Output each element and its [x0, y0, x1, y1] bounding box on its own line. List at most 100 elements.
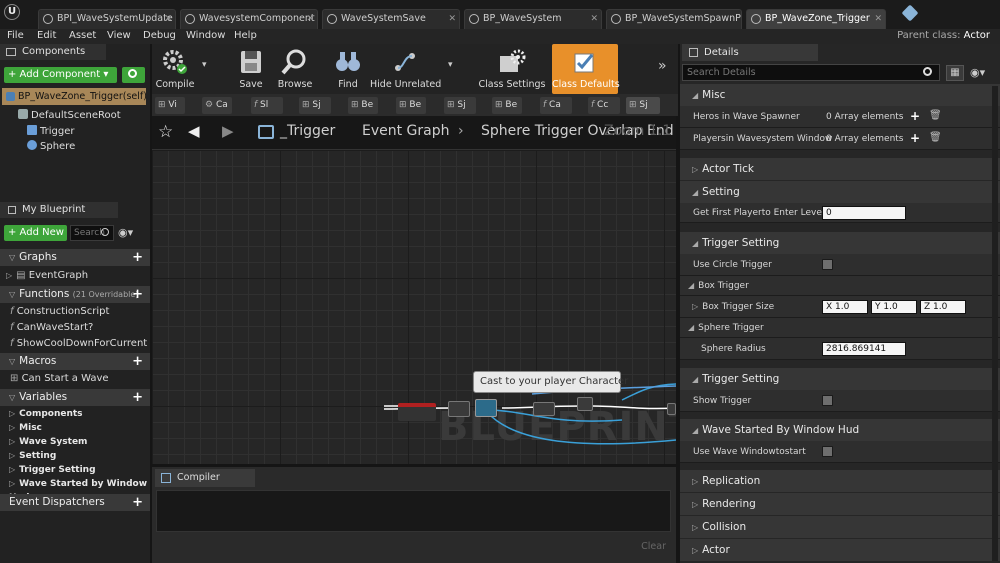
graph-tab[interactable]: f Sl	[251, 97, 283, 114]
tab-bp-wave-system[interactable]: BP_WaveSystem ✕	[464, 9, 602, 29]
source-control-icon[interactable]	[901, 4, 919, 22]
compile-button[interactable]: Compile	[152, 44, 198, 94]
cast-node[interactable]	[475, 399, 497, 417]
add-element-icon[interactable]: +	[910, 131, 920, 145]
use-wave-window-checkbox[interactable]	[822, 446, 833, 457]
close-icon[interactable]: ✕	[590, 10, 598, 28]
first-player-input[interactable]: 0	[822, 206, 906, 220]
tab-bpi-wave-system-update[interactable]: BPI_WaveSystemUpdate ✕	[38, 9, 176, 29]
section-actor[interactable]: ▷ Actor	[680, 539, 1000, 561]
menu-view[interactable]: View	[107, 29, 131, 43]
graphs-section[interactable]: ▽ Graphs +	[0, 249, 150, 266]
graph-tab[interactable]: ⊞ Sj	[444, 97, 476, 114]
class-defaults-button[interactable]: Class Defaults	[552, 44, 620, 94]
tab-wave-system-save[interactable]: WaveSystemSave ✕	[322, 9, 460, 29]
graph-node[interactable]	[533, 402, 555, 416]
graph-tab[interactable]: ⊞ Be	[396, 97, 426, 114]
section-rendering[interactable]: ▷ Rendering	[680, 493, 1000, 515]
sphere-radius-input[interactable]: 2816.869141	[822, 342, 906, 356]
add-dispatcher-icon[interactable]: +	[132, 494, 143, 511]
menu-file[interactable]: File	[7, 29, 24, 43]
details-tab[interactable]: Details	[682, 44, 818, 61]
add-function-icon[interactable]: +	[132, 286, 143, 303]
graph-tab[interactable]: ⊞ Vi	[155, 97, 185, 114]
close-icon[interactable]: ✕	[164, 10, 172, 28]
graph-event-graph[interactable]: ▷ ▤ EventGraph	[0, 268, 150, 283]
property-matrix-icon[interactable]: ▦	[946, 65, 964, 81]
class-settings-button[interactable]: Class Settings	[474, 44, 550, 94]
section-trigger-setting[interactable]: ◢ Trigger Setting	[680, 232, 1000, 254]
component-self[interactable]: BP_WaveZone_Trigger(self)	[2, 88, 146, 105]
tree-trigger[interactable]: Trigger	[27, 125, 75, 137]
trash-icon[interactable]: 🗑	[929, 110, 942, 121]
menu-debug[interactable]: Debug	[143, 29, 176, 43]
compile-options-chevron-icon[interactable]: ▾	[202, 60, 207, 70]
tree-sphere[interactable]: Sphere	[27, 140, 75, 152]
add-element-icon[interactable]: +	[910, 109, 920, 123]
function-show-cooldown[interactable]: f ShowCoolDownForCurrent	[0, 336, 150, 351]
section-replication[interactable]: ▷ Replication	[680, 470, 1000, 492]
menu-window[interactable]: Window	[186, 29, 225, 43]
breadcrumb-event-graph[interactable]: Event Graph	[362, 123, 450, 139]
menu-asset[interactable]: Asset	[69, 29, 96, 43]
my-blueprint-panel-header[interactable]: My Blueprint	[0, 202, 118, 218]
breadcrumb-trigger[interactable]: _Trigger	[280, 123, 335, 139]
variable-category-setting[interactable]: ▷ Setting	[0, 449, 150, 463]
section-actor-tick[interactable]: ▷ Actor Tick	[680, 158, 1000, 180]
variable-category-trigger-setting[interactable]: ▷ Trigger Setting	[0, 463, 150, 477]
search-components-button[interactable]	[122, 67, 145, 83]
variable-category-wave-system[interactable]: ▷ Wave System	[0, 435, 150, 449]
eye-icon[interactable]: ◉▾	[970, 66, 985, 79]
graph-tab[interactable]: f Ca	[540, 97, 572, 114]
favorite-star-icon[interactable]: ☆	[158, 122, 173, 142]
variable-category-wave-started[interactable]: ▷Wave Started by Window Hud	[0, 477, 150, 503]
graph-node[interactable]	[577, 397, 593, 411]
variable-category-misc[interactable]: ▷ Misc	[0, 421, 150, 435]
trash-icon[interactable]: 🗑	[929, 132, 942, 143]
section-collision[interactable]: ▷ Collision	[680, 516, 1000, 538]
save-button[interactable]: Save	[230, 44, 272, 94]
browse-button[interactable]: Browse	[272, 44, 318, 94]
compiler-results-tab[interactable]: Compiler Results	[155, 469, 255, 501]
box-size-z-input[interactable]: Z 1.0	[920, 300, 966, 314]
tree-default-scene-root[interactable]: DefaultSceneRoot	[18, 109, 121, 121]
blueprint-graph-canvas[interactable]: BLUEPRINT Cast to your player Character	[152, 150, 676, 464]
section-trigger-setting-2[interactable]: ◢ Trigger Setting	[680, 368, 1000, 390]
box-size-y-input[interactable]: Y 1.0	[871, 300, 917, 314]
graph-tab[interactable]: f Cc	[588, 97, 620, 114]
back-arrow-icon[interactable]: ◀	[188, 122, 200, 140]
function-construction-script[interactable]: f ConstructionScript	[0, 304, 150, 319]
box-size-x-input[interactable]: X 1.0	[822, 300, 868, 314]
hide-unrelated-chevron-icon[interactable]: ▾	[448, 60, 453, 70]
toolbar-overflow-icon[interactable]: »	[658, 58, 667, 74]
use-circle-trigger-checkbox[interactable]	[822, 259, 833, 270]
add-new-button[interactable]: + Add New ▾	[4, 225, 67, 241]
close-icon[interactable]: ✕	[874, 10, 882, 28]
tab-wavesystem-component[interactable]: WavesystemComponent ✕	[180, 9, 318, 29]
hide-unrelated-button[interactable]: Hide Unrelated	[370, 44, 441, 94]
eye-icon[interactable]: ◉▾	[118, 226, 133, 239]
graph-tab[interactable]: ⊞ Be	[492, 97, 522, 114]
section-wave-started[interactable]: ◢ Wave Started By Window Hud	[680, 419, 1000, 441]
add-component-button[interactable]: + Add Component ▾	[4, 67, 117, 83]
graph-tab[interactable]: ⚙ Ca	[202, 97, 232, 114]
search-details-input[interactable]: Search Details	[682, 64, 940, 81]
event-node[interactable]	[398, 403, 436, 421]
row-box-trigger[interactable]: ◢ Box Trigger	[680, 276, 1000, 296]
macros-section[interactable]: ▽ Macros +	[0, 353, 150, 370]
add-graph-icon[interactable]: +	[132, 249, 143, 266]
section-setting[interactable]: ◢ Setting	[680, 181, 1000, 203]
function-can-wave-start[interactable]: f CanWaveStart?	[0, 320, 150, 335]
menu-help[interactable]: Help	[234, 29, 257, 43]
graph-tab-active[interactable]: ⊞ Sj	[626, 97, 660, 114]
parent-class-value[interactable]: Actor	[964, 30, 990, 41]
event-dispatchers-section[interactable]: Event Dispatchers +	[0, 494, 150, 511]
graph-node[interactable]	[667, 403, 676, 415]
section-misc[interactable]: ◢ Misc	[680, 84, 1000, 106]
tab-bp-wave-zone-trigger[interactable]: BP_WaveZone_Trigger ✕	[746, 9, 886, 29]
details-scrollbar[interactable]	[992, 86, 998, 561]
add-macro-icon[interactable]: +	[132, 353, 143, 370]
find-button[interactable]: Find	[326, 44, 370, 94]
show-trigger-checkbox[interactable]	[822, 395, 833, 406]
components-panel-header[interactable]: Components	[0, 44, 106, 60]
